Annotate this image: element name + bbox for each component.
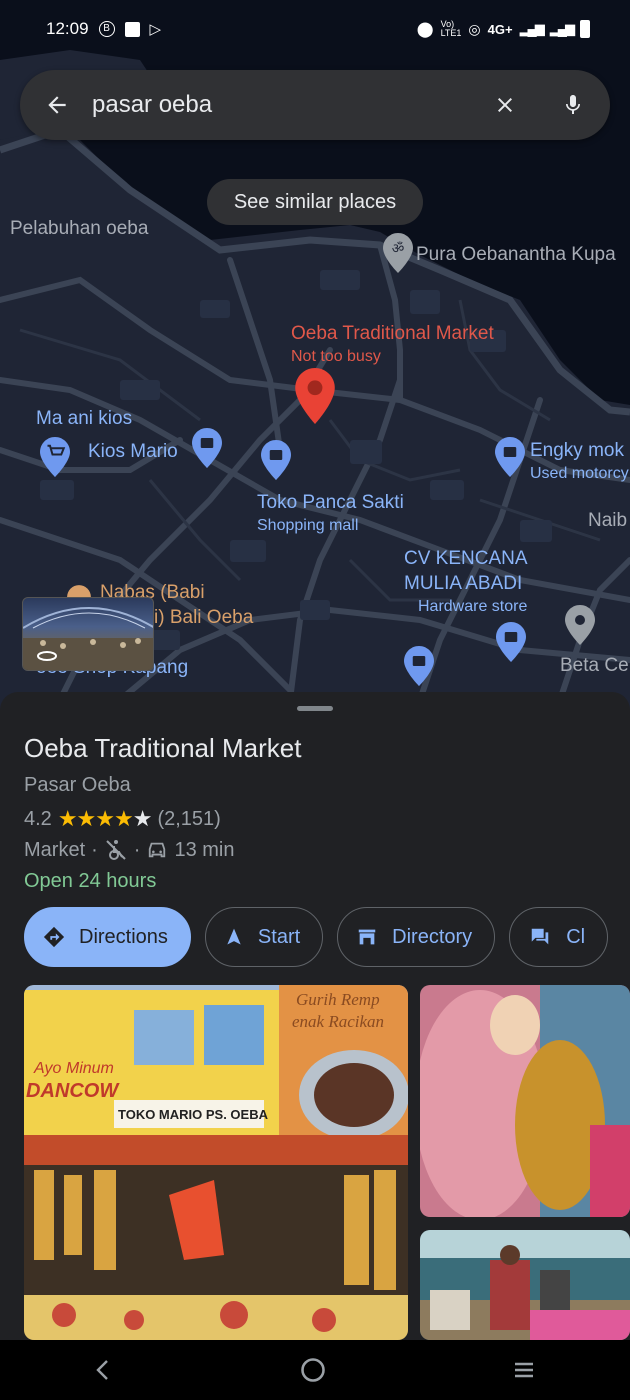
street-view-thumbnail[interactable] bbox=[22, 597, 154, 671]
place-subtitle: Pasar Oeba bbox=[24, 774, 131, 796]
map-label-engky-sub: Used motorcy bbox=[530, 465, 629, 482]
rating-value: 4.2 bbox=[24, 807, 52, 830]
store-icon bbox=[358, 929, 376, 945]
map-label-toko-panca[interactable]: Toko Panca Sakti bbox=[257, 492, 404, 514]
battery-icon bbox=[580, 20, 590, 38]
map-label-maani[interactable]: Ma ani kios bbox=[36, 408, 132, 430]
map-label-beta[interactable]: Beta Ce bbox=[560, 655, 629, 677]
microphone-icon[interactable] bbox=[558, 90, 588, 120]
photo-sign-text-5: enak Racikan bbox=[292, 1012, 384, 1031]
drive-time: 13 min bbox=[174, 838, 235, 861]
status-bar: 12:09 B ▷ ⬤ Vo) LTE1 ◎ 4G+ ▂▄▆ ▂▄▆ bbox=[0, 0, 630, 58]
map-label-toko-panca-sub: Shopping mall bbox=[257, 517, 359, 534]
place-photo-main[interactable]: Ayo Minum DANCOW TOKO MARIO PS. OEBA Gur… bbox=[24, 985, 408, 1340]
home-icon[interactable] bbox=[299, 1356, 327, 1384]
place-details-sheet[interactable]: Oeba Traditional Market Pasar Oeba 4.2 ★… bbox=[0, 692, 630, 1340]
chat-icon bbox=[531, 928, 549, 945]
shop-bag-pin-icon-3[interactable] bbox=[495, 437, 525, 477]
temple-pin-icon[interactable]: ॐ bbox=[383, 233, 413, 273]
map-label-cv-kencana-1[interactable]: CV KENCANA bbox=[404, 548, 528, 570]
sheet-drag-handle[interactable] bbox=[297, 706, 333, 711]
map-view[interactable]: 12:09 B ▷ ⬤ Vo) LTE1 ◎ 4G+ ▂▄▆ ▂▄▆ pasar … bbox=[0, 0, 630, 710]
network-type: 4G+ bbox=[487, 21, 513, 37]
status-time: 12:09 bbox=[46, 19, 89, 38]
map-label-cv-kencana-sub: Hardware store bbox=[418, 598, 528, 615]
place-title: Oeba Traditional Market bbox=[24, 733, 302, 763]
map-label-pura[interactable]: Pura Oebanantha Kupa bbox=[416, 244, 616, 266]
review-count[interactable]: (2,151) bbox=[157, 808, 220, 831]
car-icon bbox=[149, 842, 166, 858]
clear-icon[interactable] bbox=[490, 90, 520, 120]
map-label-nabas-2[interactable]: i) Bali Oeba bbox=[154, 607, 253, 629]
shop-bag-pin-icon-5[interactable] bbox=[404, 646, 434, 686]
shop-bag-pin-icon[interactable] bbox=[192, 428, 222, 468]
signal-icon-2: ▂▄▆ bbox=[549, 21, 575, 36]
meta-row: Market · · 13 min bbox=[24, 838, 235, 861]
signal-icon: ▂▄▆ bbox=[519, 21, 545, 36]
location-icon: ⬤ bbox=[416, 21, 434, 38]
recents-menu-icon[interactable] bbox=[510, 1358, 538, 1382]
star-rating-icon: ★★★★★ bbox=[57, 806, 153, 831]
place-category: Market bbox=[24, 838, 86, 861]
shop-bag-pin-icon-2[interactable] bbox=[261, 440, 291, 480]
map-label-engky[interactable]: Engky mok bbox=[530, 440, 624, 462]
place-pin-icon[interactable] bbox=[565, 605, 595, 645]
photo-sign-text-4: Gurih Remp bbox=[296, 990, 380, 1009]
cart-pin-icon[interactable] bbox=[40, 437, 70, 477]
back-icon[interactable] bbox=[92, 1358, 116, 1382]
system-nav-bar bbox=[0, 1340, 630, 1400]
directory-button[interactable]: Directory bbox=[337, 907, 496, 967]
photo-sign-text-2: DANCOW bbox=[26, 1080, 120, 1102]
directions-label: Directions bbox=[79, 925, 168, 948]
not-wheelchair-accessible-icon bbox=[106, 840, 126, 860]
navigation-arrow-icon bbox=[227, 928, 241, 945]
search-bar[interactable]: pasar oeba bbox=[20, 70, 610, 140]
directory-label: Directory bbox=[392, 925, 473, 948]
map-label-market[interactable]: Oeba Traditional Market bbox=[291, 323, 494, 345]
play-store-icon: ▷ bbox=[149, 21, 162, 38]
action-chips: Directions Start Directory Cl bbox=[24, 907, 609, 967]
map-label-pelabuhan[interactable]: Pelabuhan oeba bbox=[10, 218, 148, 240]
chat-label: Cl bbox=[566, 925, 586, 948]
search-input[interactable]: pasar oeba bbox=[92, 91, 490, 119]
svg-text:ॐ: ॐ bbox=[392, 241, 405, 257]
directions-icon bbox=[43, 926, 65, 948]
photo-sign-text-1: Ayo Minum bbox=[33, 1060, 114, 1077]
start-label: Start bbox=[257, 925, 301, 948]
back-arrow-icon[interactable] bbox=[42, 90, 72, 120]
opening-hours[interactable]: Open 24 hours bbox=[24, 870, 156, 893]
place-photo-3[interactable] bbox=[420, 1230, 630, 1340]
map-label-naib[interactable]: Naib bbox=[588, 510, 627, 532]
photo-sign-text-3: TOKO MARIO PS. OEBA bbox=[118, 1107, 269, 1122]
see-similar-places-chip[interactable]: See similar places bbox=[207, 179, 423, 225]
shop-bag-pin-icon-4[interactable] bbox=[496, 622, 526, 662]
map-label-market-busy: Not too busy bbox=[291, 348, 381, 365]
place-photo-2[interactable] bbox=[420, 985, 630, 1217]
b-circle-icon: B bbox=[98, 21, 115, 37]
volte-icon: Vo) LTE1 bbox=[440, 19, 462, 38]
rating-row[interactable]: 4.2 ★★★★★ (2,151) bbox=[24, 806, 221, 832]
start-button[interactable]: Start bbox=[204, 907, 324, 967]
hotspot-icon: ◎ bbox=[468, 20, 481, 37]
map-label-kios-mario[interactable]: Kios Mario bbox=[88, 441, 178, 463]
map-label-cv-kencana-2[interactable]: MULIA ABADI bbox=[404, 573, 522, 595]
directions-button[interactable]: Directions bbox=[24, 907, 191, 967]
news-icon bbox=[124, 21, 140, 37]
selected-place-pin-icon[interactable] bbox=[295, 368, 335, 424]
chat-button[interactable]: Cl bbox=[509, 907, 609, 967]
